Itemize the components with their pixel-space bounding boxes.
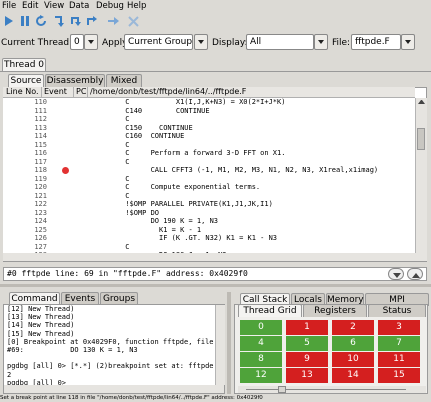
console-line: 2 xyxy=(7,370,12,379)
history-back-button[interactable] xyxy=(388,268,404,280)
source-path-header: /home/donb/test/fftpde/lin64/../fftpde.F xyxy=(87,87,246,97)
menu-file[interactable]: File xyxy=(2,1,16,11)
tab-mixed[interactable]: Mixed xyxy=(106,74,142,87)
divider xyxy=(0,71,431,72)
halt-icon[interactable] xyxy=(18,14,32,28)
thread-grid-cell[interactable]: 6 xyxy=(332,336,374,351)
step-over-icon[interactable] xyxy=(68,14,82,28)
step-into-icon[interactable] xyxy=(52,14,66,28)
current-thread-label: Current Thread: xyxy=(1,38,73,48)
thread-grid-cell[interactable]: 11 xyxy=(378,352,420,367)
menu-edit[interactable]: Edit xyxy=(22,1,38,11)
scrollbar-thumb[interactable] xyxy=(417,128,425,150)
thread-grid-cell[interactable]: 1 xyxy=(286,320,328,335)
display-dropdown-button[interactable] xyxy=(314,34,328,50)
console-vertical-scrollbar[interactable] xyxy=(215,305,225,385)
current-thread-select[interactable]: 0 xyxy=(70,34,84,50)
source-lines: 110 C X1(I,J,K+N3) = X0(2*I+J*K) 111 C140… xyxy=(3,98,415,260)
thread-grid-cell[interactable]: 13 xyxy=(286,368,328,383)
status-bar: Set a break point at line 118 in file "/… xyxy=(0,395,431,402)
menu-data[interactable]: Data xyxy=(69,1,89,11)
console-line: [15] New Thread) xyxy=(7,329,75,338)
apply-dropdown-button[interactable] xyxy=(194,34,208,50)
toolbar xyxy=(0,12,431,30)
console-line: #69: DO 130 K = 1, N3 xyxy=(7,346,138,354)
file-select[interactable]: fftpde.F xyxy=(351,34,401,50)
menu-debug[interactable]: Debug xyxy=(96,1,124,11)
menu-help[interactable]: Help xyxy=(127,1,146,11)
thread-grid-cell[interactable]: 4 xyxy=(240,336,282,351)
thread-grid-cell[interactable]: 5 xyxy=(286,336,328,351)
slider-track xyxy=(246,389,406,390)
display-select[interactable]: All xyxy=(246,34,314,50)
console-line: [13] New Thread) xyxy=(7,313,75,322)
step-out-icon[interactable] xyxy=(84,14,98,28)
source-horizontal-scrollbar[interactable] xyxy=(3,253,427,261)
console-line: [0] Breakpoint at 0x4029F0, function fft… xyxy=(7,337,225,346)
status-line: #0 fftpde line: 69 in "fftpde.F" address… xyxy=(3,267,427,281)
vertical-pane-splitter[interactable] xyxy=(227,292,231,394)
restart-icon[interactable] xyxy=(34,14,48,28)
console-line: [14] New Thread) xyxy=(7,321,75,330)
file-label: File: xyxy=(332,38,351,48)
apply-select[interactable]: Current Group xyxy=(124,34,193,50)
thread-grid-cell[interactable]: 2 xyxy=(332,320,374,335)
console-line: pgdbg [all] 0> [*.*] (2)breakpoint set a… xyxy=(7,362,225,371)
menubar: File Edit View Data Debug Help xyxy=(0,0,431,12)
thread-grid-scrollbar[interactable] xyxy=(238,386,426,393)
go-icon[interactable] xyxy=(2,14,16,28)
thread-grid-cell[interactable]: 9 xyxy=(286,352,328,367)
line-no-column-header[interactable]: Line No. xyxy=(6,87,39,97)
tab-disassembly[interactable]: Disassembly xyxy=(45,74,105,87)
thread-grid-cell[interactable]: 3 xyxy=(378,320,420,335)
thread-grid-cell[interactable]: 12 xyxy=(240,368,282,383)
scroll-up-icon[interactable] xyxy=(418,100,425,104)
current-thread-dropdown-button[interactable] xyxy=(84,34,98,50)
display-label: Display: xyxy=(212,38,248,48)
thread-grid-cell[interactable]: 14 xyxy=(332,368,374,383)
history-forward-button[interactable] xyxy=(407,268,423,280)
tab-thread-0[interactable]: Thread 0 xyxy=(2,58,46,71)
breakpoint-icon[interactable] xyxy=(62,167,69,174)
thread-grid: 0 1 2 3 4 5 6 7 8 9 10 11 12 13 14 15 xyxy=(238,320,426,384)
thread-grid-cell[interactable]: 15 xyxy=(378,368,420,383)
run-to-icon[interactable] xyxy=(106,14,120,28)
tab-registers[interactable]: Registers xyxy=(303,304,367,317)
delete-icon[interactable] xyxy=(126,14,140,28)
console-line: [12] New Thread) xyxy=(7,305,75,313)
source-vertical-scrollbar[interactable] xyxy=(415,98,427,261)
file-dropdown-button[interactable] xyxy=(401,34,415,50)
thread-grid-cell[interactable]: 8 xyxy=(240,352,282,367)
menu-view[interactable]: View xyxy=(44,1,64,11)
pane-splitter[interactable] xyxy=(0,284,431,287)
tab-thread-grid[interactable]: Thread Grid xyxy=(238,304,302,317)
thread-grid-cell[interactable]: 10 xyxy=(332,352,374,367)
command-console[interactable]: [12] New Thread) [13] New Thread) [14] New… xyxy=(3,304,225,394)
thread-grid-cell[interactable]: 0 xyxy=(240,320,282,335)
console-horizontal-scrollbar[interactable] xyxy=(4,385,224,393)
source-header: Line No. Event PC /home/donb/test/fftpde… xyxy=(3,87,415,98)
event-column-header[interactable]: Event xyxy=(41,87,67,97)
slider-thumb[interactable] xyxy=(278,386,286,393)
controls-row: Current Thread: 0 Apply: Current Group D… xyxy=(0,32,431,54)
tab-status[interactable]: Status xyxy=(368,304,426,317)
pc-column-header[interactable]: PC xyxy=(73,87,86,97)
tab-source[interactable]: Source xyxy=(8,74,44,87)
thread-grid-cell[interactable]: 7 xyxy=(378,336,420,351)
